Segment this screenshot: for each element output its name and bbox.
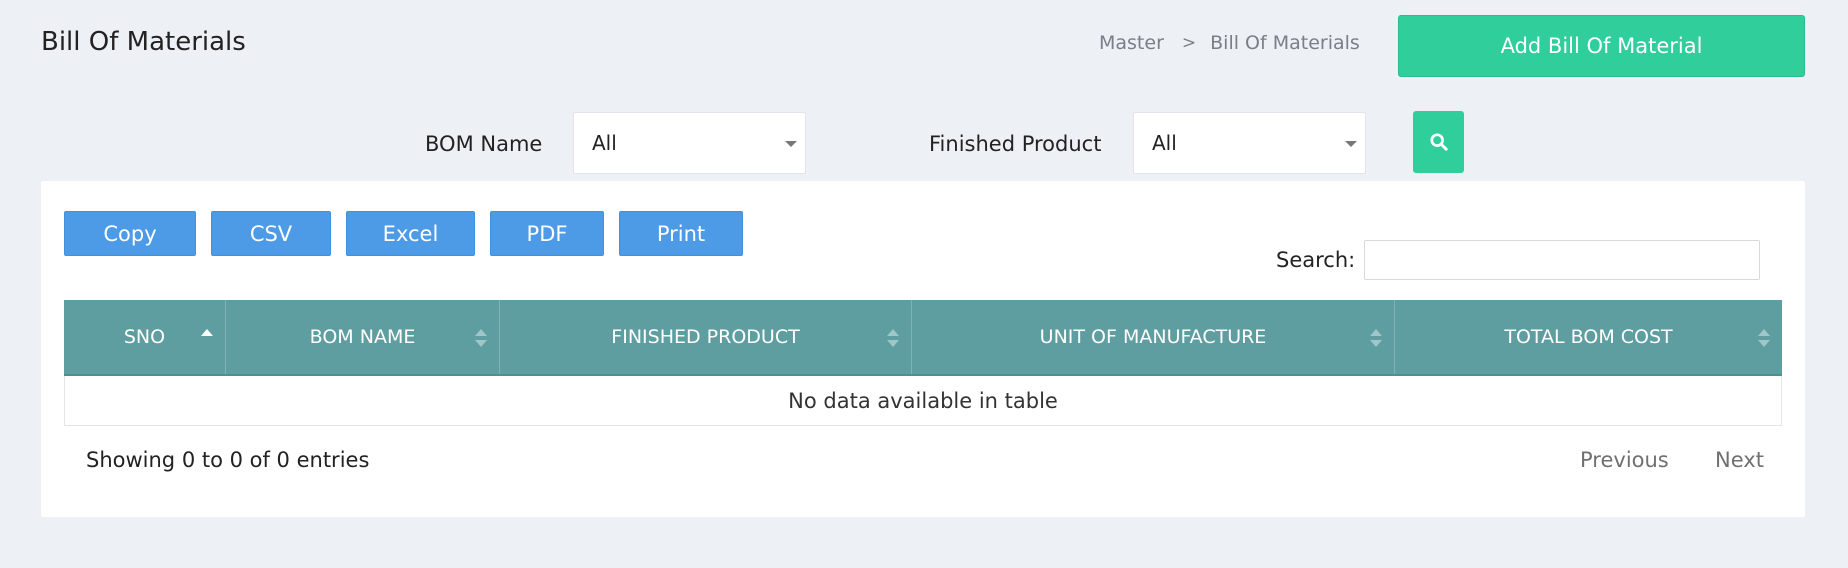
column-header-sno[interactable]: SNO — [64, 300, 226, 374]
breadcrumb-item-master[interactable]: Master — [1099, 30, 1164, 56]
search-icon — [1429, 133, 1448, 151]
bom-name-label: BOM Name — [425, 132, 543, 156]
sort-icon — [1370, 329, 1382, 349]
table-info: Showing 0 to 0 of 0 entries — [86, 448, 370, 472]
previous-page-button[interactable]: Previous — [1580, 446, 1669, 474]
pdf-button[interactable]: PDF — [490, 211, 604, 256]
next-page-button[interactable]: Next — [1715, 446, 1764, 474]
table-header-row: SNO BOM NAME FINISHED PRODUCT UNIT OF MA… — [64, 300, 1782, 376]
finished-product-select[interactable]: All — [1133, 112, 1366, 174]
column-header-label: SNO — [123, 326, 166, 348]
finished-product-select-value: All — [1152, 131, 1177, 155]
column-header-label: TOTAL BOM COST — [1504, 326, 1673, 348]
bom-name-select-value: All — [592, 131, 617, 155]
sort-ascending-icon — [201, 329, 213, 349]
csv-button[interactable]: CSV — [211, 211, 331, 256]
add-bill-of-material-button[interactable]: Add Bill Of Material — [1398, 15, 1805, 77]
sort-icon — [887, 329, 899, 349]
chevron-down-icon — [1345, 141, 1357, 147]
print-button[interactable]: Print — [619, 211, 743, 256]
column-header-finished-product[interactable]: FINISHED PRODUCT — [500, 300, 912, 374]
column-header-unit-of-manufacture[interactable]: UNIT OF MANUFACTURE — [912, 300, 1395, 374]
column-header-label: UNIT OF MANUFACTURE — [1039, 326, 1267, 348]
copy-button[interactable]: Copy — [64, 211, 196, 256]
breadcrumb: Master > Bill Of Materials — [1099, 30, 1360, 56]
column-header-label: FINISHED PRODUCT — [611, 326, 800, 348]
sort-icon — [1758, 329, 1770, 349]
breadcrumb-item-current: Bill Of Materials — [1210, 32, 1360, 54]
finished-product-label: Finished Product — [929, 132, 1102, 156]
excel-button[interactable]: Excel — [346, 211, 475, 256]
column-header-total-bom-cost[interactable]: TOTAL BOM COST — [1395, 300, 1782, 374]
filter-search-button[interactable] — [1413, 111, 1464, 173]
column-header-label: BOM NAME — [309, 326, 416, 348]
breadcrumb-separator: > — [1181, 33, 1197, 53]
table-search-input[interactable] — [1364, 240, 1760, 280]
bom-name-select[interactable]: All — [573, 112, 806, 174]
data-table: SNO BOM NAME FINISHED PRODUCT UNIT OF MA… — [64, 300, 1782, 426]
sort-icon — [475, 329, 487, 349]
table-empty-row: No data available in table — [64, 376, 1782, 426]
table-search-label: Search: — [1276, 248, 1356, 272]
page-title: Bill Of Materials — [41, 27, 246, 57]
chevron-down-icon — [785, 141, 797, 147]
column-header-bom-name[interactable]: BOM NAME — [226, 300, 500, 374]
